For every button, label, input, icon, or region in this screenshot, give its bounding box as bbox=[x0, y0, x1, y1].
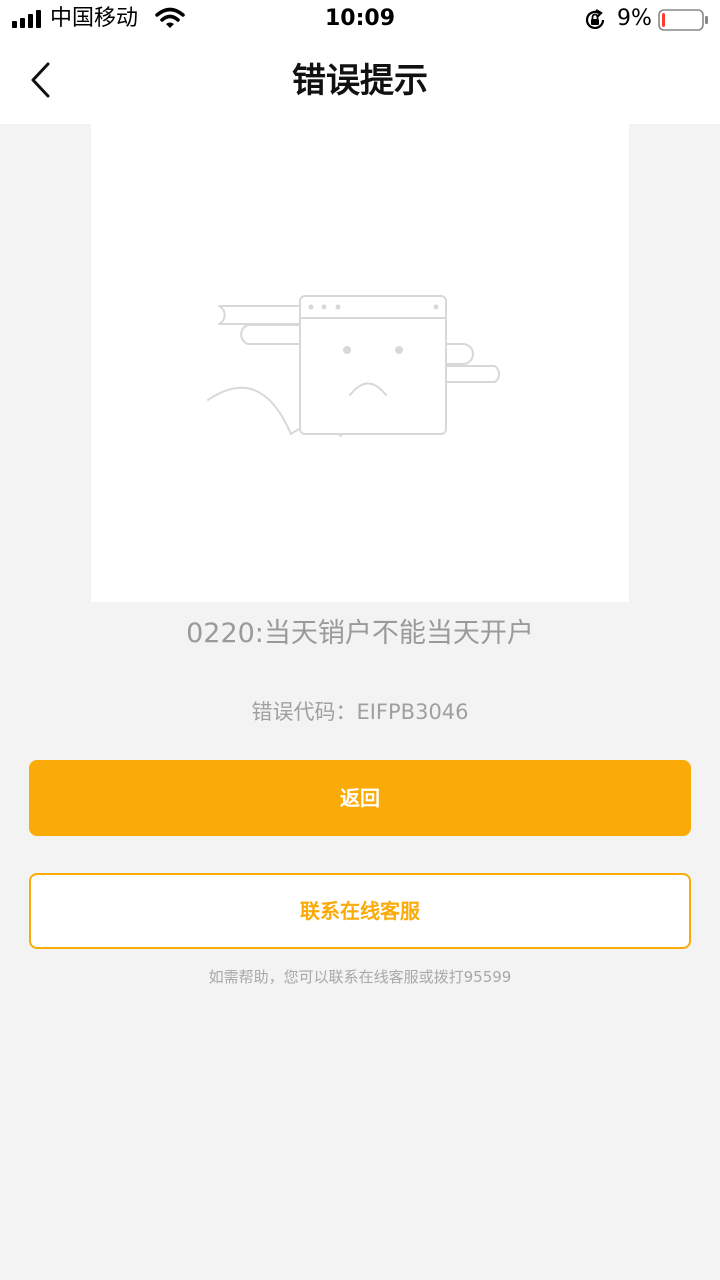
battery-percentage: 9% bbox=[617, 6, 652, 31]
status-bar: 中国移动 10:09 9% bbox=[0, 0, 720, 40]
contact-online-service-button[interactable]: 联系在线客服 bbox=[29, 873, 691, 949]
error-code: 错误代码：EIFPB3046 bbox=[251, 700, 469, 724]
error-page: 中国移动 10:09 9% 错误提示 0220:当天销户不能当天开户 错误代码：… bbox=[0, 0, 720, 1280]
nav-bar: 错误提示 bbox=[0, 40, 720, 124]
help-text: 如需帮助，您可以联系在线客服或拨打95599 bbox=[208, 968, 512, 986]
return-button[interactable]: 返回 bbox=[29, 760, 691, 836]
battery-low-icon bbox=[658, 9, 708, 31]
page-title: 错误提示 bbox=[292, 61, 428, 101]
sad-browser-window-illustration bbox=[207, 295, 500, 437]
orientation-lock-icon bbox=[585, 9, 605, 29]
status-time: 10:09 bbox=[324, 6, 396, 31]
error-message: 0220:当天销户不能当天开户 bbox=[186, 618, 534, 649]
illustration-card bbox=[91, 124, 629, 602]
